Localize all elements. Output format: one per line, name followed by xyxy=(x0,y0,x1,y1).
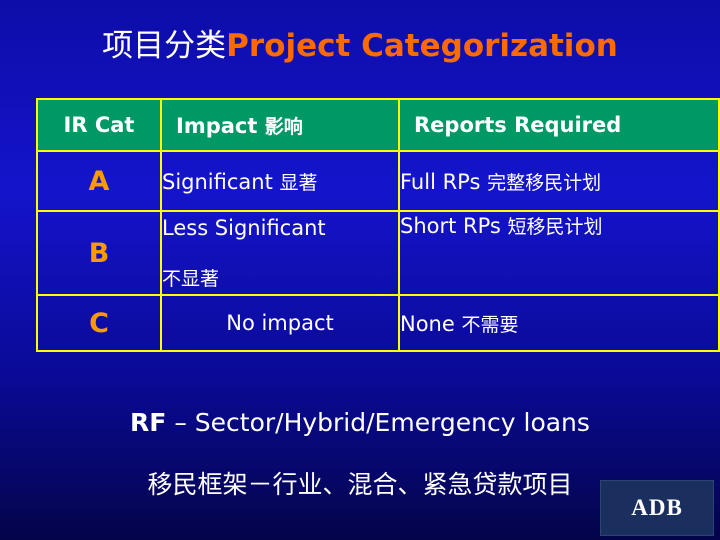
row-a-reports-cn: 完整移民计划 xyxy=(487,171,602,194)
footer-rf-text: – Sector/Hybrid/Emergency loans xyxy=(174,408,590,437)
row-a-reports-en: Full RPs xyxy=(400,169,481,194)
header-reports-required: Reports Required xyxy=(398,98,720,152)
row-a-reports: Full RPs 完整移民计划 xyxy=(398,150,720,212)
footer-rf-line: RF – Sector/Hybrid/Emergency loans xyxy=(0,406,720,440)
row-b-impact-en: Less Significant xyxy=(162,215,326,240)
table-row: A Significant 显著 Full RPs 完整移民计划 xyxy=(36,150,720,212)
row-a-impact-en: Significant xyxy=(162,169,273,194)
table-row: B Less Significant 不显著 Short RPs 短移民计划 xyxy=(36,210,720,296)
categorization-table-wrapper: IR Cat Impact 影响 Reports Required A Sign… xyxy=(36,98,720,352)
row-a-impact-cn: 显著 xyxy=(279,171,318,194)
header-impact-cn: 影响 xyxy=(264,115,303,138)
row-c-reports-cn: 不需要 xyxy=(461,313,519,336)
row-b-reports: Short RPs 短移民计划 xyxy=(398,210,720,296)
row-b-category: B xyxy=(36,210,162,296)
row-c-category: C xyxy=(36,294,162,352)
row-c-reports: None 不需要 xyxy=(398,294,720,352)
row-a-impact: Significant 显著 xyxy=(160,150,400,212)
header-ir-cat: IR Cat xyxy=(36,98,162,152)
row-b-reports-en: Short RPs xyxy=(400,214,501,238)
header-impact: Impact 影响 xyxy=(160,98,400,152)
row-b-impact: Less Significant 不显著 xyxy=(160,210,400,296)
table-row: C No impact None 不需要 xyxy=(36,294,720,352)
adb-logo-text: ADB xyxy=(631,495,683,520)
page-title-english: Project Categorization xyxy=(226,28,618,64)
row-b-impact-cn: 不显著 xyxy=(162,267,220,290)
adb-logo: ADB xyxy=(600,480,714,536)
row-a-category: A xyxy=(36,150,162,212)
page-title-chinese: 项目分类 xyxy=(102,28,227,64)
row-c-impact: No impact xyxy=(160,294,400,352)
footer-rf-label: RF xyxy=(130,408,167,437)
page-title: 项目分类Project Categorization xyxy=(0,26,720,66)
header-impact-en: Impact xyxy=(176,113,258,138)
categorization-table: IR Cat Impact 影响 Reports Required A Sign… xyxy=(36,98,720,352)
slide-canvas: 项目分类Project Categorization IR Cat Impact… xyxy=(0,0,720,540)
row-c-reports-en: None xyxy=(400,311,455,336)
table-header-row: IR Cat Impact 影响 Reports Required xyxy=(36,98,720,152)
row-b-reports-cn: 短移民计划 xyxy=(507,216,603,238)
